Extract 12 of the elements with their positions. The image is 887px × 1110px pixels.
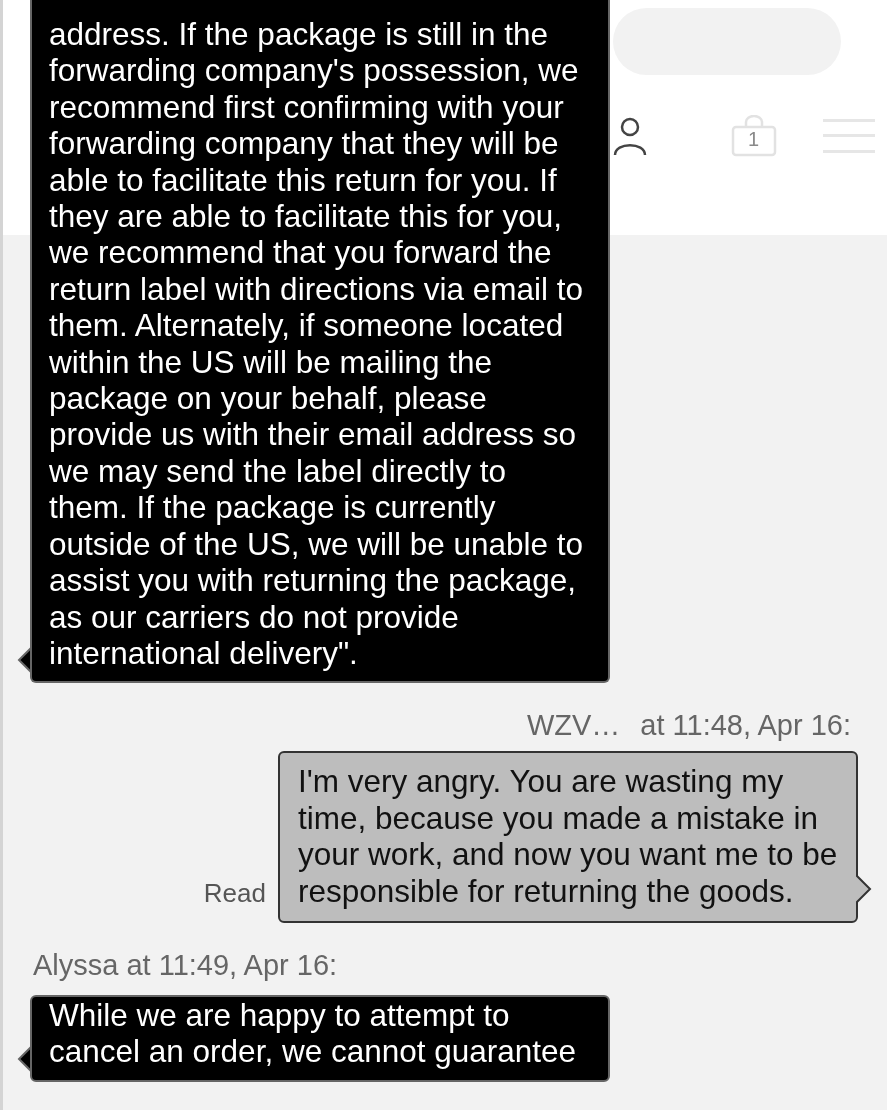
sender-name: Alyssa bbox=[33, 948, 119, 981]
message-time: at 11:49, Apr 16: bbox=[126, 948, 338, 981]
cart-count: 1 bbox=[748, 129, 760, 149]
agent-message: While we are happy to attempt to cancel an order, we cannot guarantee bbox=[30, 994, 610, 1082]
menu-icon[interactable] bbox=[823, 119, 875, 153]
user-icon[interactable] bbox=[613, 116, 647, 156]
sender-name: WZV… bbox=[526, 709, 621, 742]
speech-tail bbox=[856, 872, 872, 905]
customer-message: I'm very angry. You are wasting my time, because you made a mistake in your work, and now you want me to be responsible for returning the goods. bbox=[278, 751, 858, 923]
message-time: at 11:48, Apr 16: bbox=[640, 709, 851, 742]
read-status: Read bbox=[203, 877, 266, 909]
agent-message: address. If the package is still in the forwarding company's possession, we recommend first confirming with your forwarding company that they will be able to facilitate this return for you. If they are able to facilitate this for you, we recommend that you forward the return label with directions via email to them. Alternately, if someone located within the US will be mailing the package on your behalf, please provide us with their email address so we may send the label directly to them. If the package is currently outside of the US, we will be unable to assist you with returning the package, as our carriers do not provide international delivery". bbox=[30, 0, 610, 684]
